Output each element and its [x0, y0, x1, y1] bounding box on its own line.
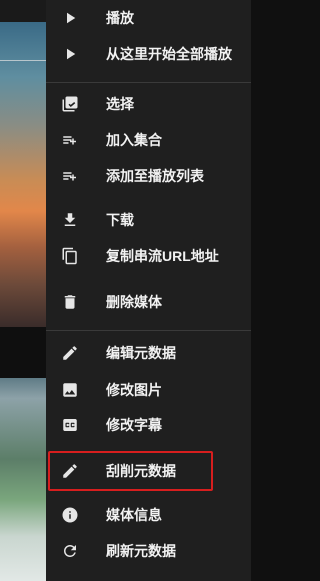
menu-item-copy-stream-url[interactable]: 复制串流URL地址: [46, 238, 251, 274]
menu-item-label: 修改图片: [106, 382, 162, 398]
menu-item-edit-metadata[interactable]: 编辑元数据: [46, 335, 251, 371]
menu-item-label: 选择: [106, 96, 134, 112]
menu-item-play-all-from-here[interactable]: 从这里开始全部播放: [46, 36, 251, 72]
menu-item-label: 从这里开始全部播放: [106, 46, 232, 62]
menu-item-label: 刷新元数据: [106, 543, 176, 559]
media-poster-top[interactable]: [0, 22, 46, 327]
context-menu: 播放 从这里开始全部播放 选择 加入集合 添加至播放列表 下载 复制串流URL地…: [46, 0, 251, 581]
media-poster-bottom[interactable]: [0, 378, 46, 581]
menu-item-label: 编辑元数据: [106, 345, 176, 361]
menu-item-add-to-playlist[interactable]: 添加至播放列表: [46, 158, 251, 194]
menu-item-label: 删除媒体: [106, 294, 162, 310]
menu-item-play[interactable]: 播放: [46, 0, 251, 36]
menu-divider: [46, 330, 251, 331]
menu-item-label: 媒体信息: [106, 507, 162, 523]
annotation-highlight-box: [48, 451, 213, 491]
download-icon: [61, 211, 79, 229]
refresh-icon: [61, 542, 79, 560]
menu-item-label: 下载: [106, 212, 134, 228]
add-to-collection-icon: [61, 131, 79, 149]
play-icon: [61, 9, 79, 27]
menu-item-label: 复制串流URL地址: [106, 248, 219, 264]
delete-icon: [61, 293, 79, 311]
menu-item-delete-media[interactable]: 删除媒体: [46, 284, 251, 320]
subtitles-icon: [61, 416, 79, 434]
menu-item-refresh-metadata[interactable]: 刷新元数据: [46, 533, 251, 569]
poster-top-strip: [0, 0, 46, 22]
edit-icon: [61, 344, 79, 362]
poster-title-line: [0, 60, 46, 61]
menu-item-edit-subtitles[interactable]: 修改字幕: [46, 407, 251, 443]
menu-item-download[interactable]: 下载: [46, 202, 251, 238]
menu-item-media-info[interactable]: 媒体信息: [46, 497, 251, 533]
menu-item-select[interactable]: 选择: [46, 86, 251, 122]
copy-icon: [61, 247, 79, 265]
menu-item-edit-images[interactable]: 修改图片: [46, 372, 251, 408]
menu-item-label: 添加至播放列表: [106, 168, 204, 184]
info-icon: [61, 506, 79, 524]
menu-item-label: 修改字幕: [106, 417, 162, 433]
menu-item-label: 播放: [106, 10, 134, 26]
menu-item-add-to-collection[interactable]: 加入集合: [46, 122, 251, 158]
play-all-icon: [61, 45, 79, 63]
select-icon: [61, 95, 79, 113]
menu-item-label: 加入集合: [106, 132, 162, 148]
menu-divider: [46, 82, 251, 83]
image-icon: [61, 381, 79, 399]
add-to-playlist-icon: [61, 167, 79, 185]
